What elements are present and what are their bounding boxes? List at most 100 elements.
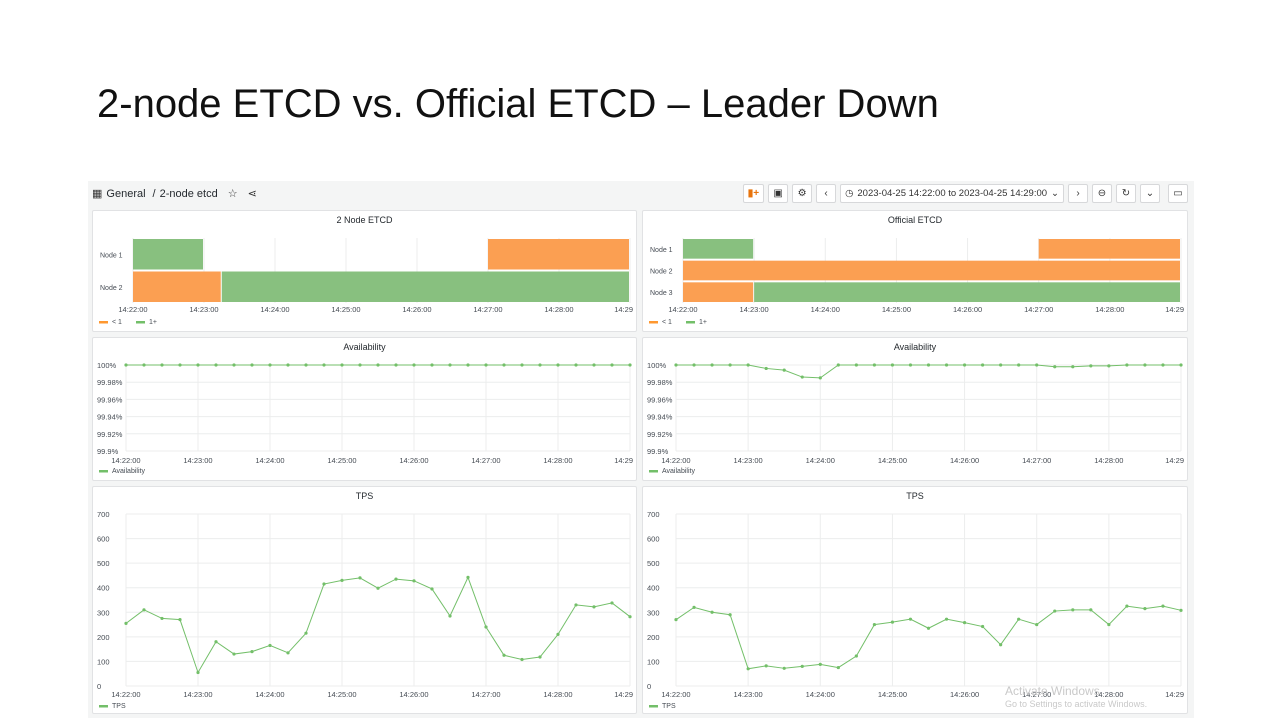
time-range-picker[interactable]: ◷ 2023-04-25 14:22:00 to 2023-04-25 14:2… [840,184,1064,203]
data-point [484,363,488,367]
x-tick-label: 14:25:00 [327,690,356,699]
chevron-down-icon: ⌄ [1145,188,1155,199]
data-point [981,624,985,629]
y-tick-label: 100 [647,657,660,666]
y-tick-label: 99.98% [647,378,673,387]
x-tick-label: 14:25:00 [882,305,911,314]
y-tick-label: 700 [647,510,660,519]
x-tick-label: 14:27:00 [473,305,502,314]
settings-button[interactable]: ⚙ [792,184,813,203]
data-point [944,617,949,621]
data-point [692,605,696,609]
y-tick-label: 99.92% [647,430,673,439]
save-button[interactable]: ▣ [768,184,789,203]
row-label: Node 2 [100,285,123,292]
data-point [926,626,931,630]
data-point [1125,363,1129,367]
panel-state-left: 2 Node ETCD 14:22:00 14:23:00 14:24:00 14:2… [92,210,637,332]
x-tick-label: 14:22:00 [111,690,140,699]
panel-title: TPS [355,491,374,501]
x-tick-label: 14:22:00 [661,456,690,465]
data-point [1125,604,1129,608]
data-point [908,617,913,621]
x-tick-label: 14:29 [1165,305,1184,314]
data-point [322,363,326,367]
data-point [1143,363,1147,367]
x-tick-label: 14:26:00 [950,690,979,699]
row-label: Node 2 [650,269,673,276]
legend-swatch [649,470,658,473]
x-tick-label: 14:23:00 [734,690,763,699]
breadcrumb-dashboard[interactable]: 2-node etcd [160,188,218,200]
x-tick-label: 14:23:00 [183,456,212,465]
state-timeline-chart: 14:22:00 14:23:00 14:24:00 14:25:00 14:26:00… [99,238,633,326]
data-point [214,363,218,367]
legend-swatch [136,321,145,324]
x-tick-label: 14:28:00 [544,305,573,314]
data-point [556,363,560,367]
x-tick-label: 14:24:00 [806,456,835,465]
y-tick-label: 99.92% [97,430,123,439]
refresh-interval-dropdown[interactable]: ⌄ [1140,184,1160,203]
data-point [800,664,804,668]
data-point [358,363,362,367]
chevron-right-icon: › [1076,188,1080,199]
panel-state-right: Official ETCD 14:22:00 14:23:00 14:24:00 14… [642,210,1188,332]
x-tick-label: 14:22:00 [661,690,690,699]
y-tick-label: 0 [647,682,651,691]
data-point [1179,363,1183,367]
zoom-out-button[interactable]: ⊖ [1092,184,1112,203]
chevron-left-icon: ‹ [824,188,828,199]
data-point [412,579,416,583]
data-point [448,363,452,367]
time-back-button[interactable]: ‹ [816,184,837,203]
data-point [466,575,470,579]
data-point [124,621,128,625]
availability-chart: 100% 99.98% 99.96% 99.94% 99.92% 99.9%14:22:0… [97,361,633,475]
data-point [890,620,895,624]
data-point [674,618,678,622]
grafana-dashboard: ▦ General / 2-node etcd ☆ ⋖ ▮+ ▣ ⚙ ‹ ◷ 2… [88,181,1194,718]
y-tick-label: 99.96% [647,395,673,404]
tv-icon: ▭ [1173,188,1183,199]
panel-title: 2 Node ETCD [336,215,393,225]
data-point [1143,607,1147,611]
availability-chart: 100% 99.98% 99.96% 99.94% 99.92% 99.9%14:22:0… [647,361,1184,475]
state-segment-low [488,239,629,270]
y-tick-label: 200 [97,633,110,642]
y-tick-label: 99.98% [97,378,123,387]
tv-mode-button[interactable]: ▭ [1168,184,1188,203]
panel-availability-right: Availability 100% 99.98% 99.96% 99.94% 99.92… [642,337,1188,481]
data-point [268,643,272,648]
x-tick-label: 14:25:00 [331,305,360,314]
star-icon[interactable]: ☆ [228,187,238,200]
data-point [1053,365,1057,369]
data-point [764,664,768,668]
data-point [728,613,732,617]
x-tick-label: 14:25:00 [327,456,356,465]
legend-label: Availability [112,468,145,475]
state-segment-low [133,271,221,302]
share-icon[interactable]: ⋖ [248,187,257,200]
data-point [746,363,750,367]
x-tick-label: 14:23:00 [740,305,769,314]
data-point [412,363,416,367]
legend-swatch [99,705,108,708]
data-point [322,582,326,586]
save-icon: ▣ [773,188,783,199]
data-point [628,363,632,367]
time-forward-button[interactable]: › [1068,184,1088,203]
add-panel-button[interactable]: ▮+ [742,184,765,203]
data-point [628,615,632,619]
x-tick-label: 14:26:00 [950,456,979,465]
clock-icon: ◷ [845,188,854,199]
legend-swatch [99,321,108,324]
data-point [1161,604,1165,608]
add-panel-icon: ▮+ [747,188,760,199]
data-point [376,586,380,590]
state-segment-ok [683,239,754,259]
x-tick-label: 14:22:00 [111,456,140,465]
panel-title: Availability [343,342,386,352]
breadcrumb-root[interactable]: General [106,188,145,200]
refresh-button[interactable]: ↻ [1116,184,1136,203]
